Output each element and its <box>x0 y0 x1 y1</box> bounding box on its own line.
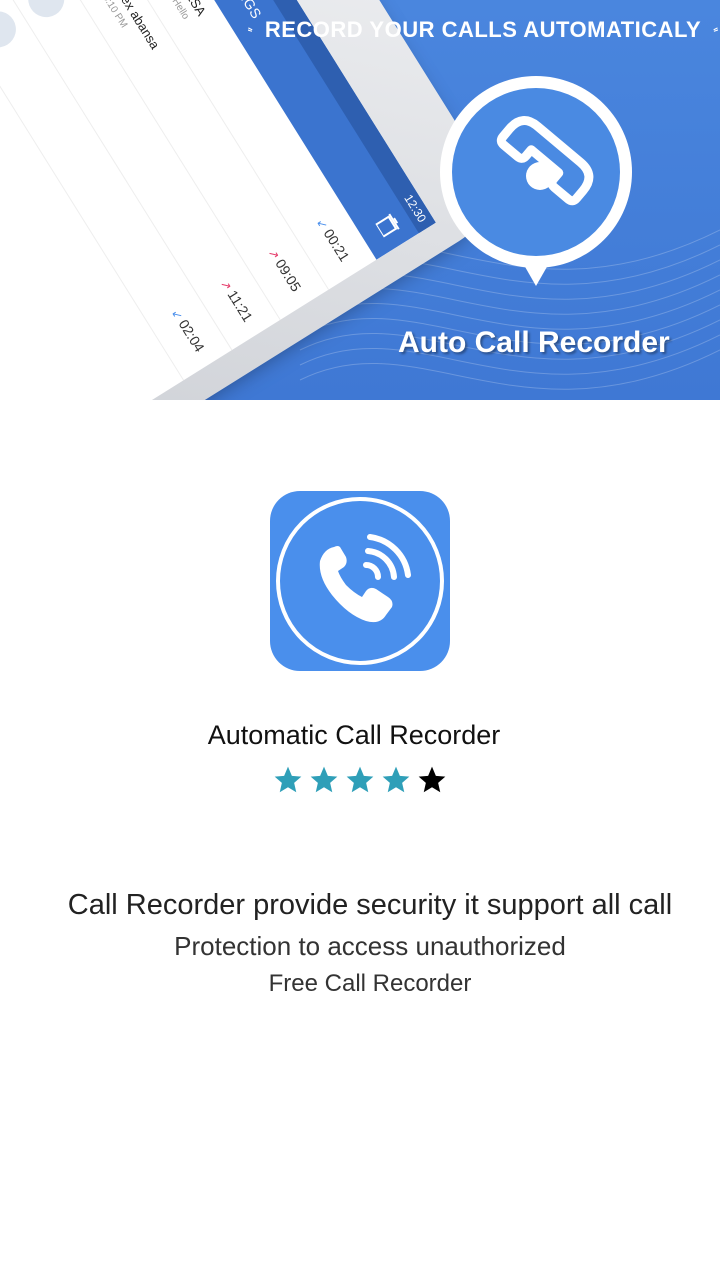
phone-recording-icon <box>276 497 444 665</box>
brand-title: Auto Call Recorder <box>398 326 670 359</box>
contact-avatar <box>21 0 72 24</box>
sparkle-icon <box>248 27 253 32</box>
banner-headline: RECORD YOUR CALLS AUTOMATICALY <box>248 14 718 46</box>
contact-avatar <box>0 4 23 55</box>
duration-text: 09:05 <box>272 256 305 295</box>
promo-banner: 12:30 RECORDINGS The BALSA 6:09 PM Hello… <box>0 0 720 400</box>
description-line-2: Protection to access unauthorized <box>174 931 566 961</box>
star-filled-icon <box>274 766 302 793</box>
star-filled-icon <box>310 766 338 793</box>
call-duration: ↗11:21 <box>218 276 257 324</box>
star-filled-icon <box>382 766 410 793</box>
delete-icon <box>374 213 400 238</box>
sparkle-icon <box>713 27 718 32</box>
app-name: Automatic Call Recorder <box>207 720 501 750</box>
rating-stars <box>270 764 450 798</box>
call-duration: ↗09:05 <box>265 245 304 294</box>
duration-text: 00:21 <box>320 225 353 265</box>
description-line-1: Call Recorder provide security it suppor… <box>67 889 673 921</box>
headline-text: RECORD YOUR CALLS AUTOMATICALY <box>264 17 702 42</box>
call-duration: ↙00:21 <box>314 215 353 264</box>
call-recorder-logo-icon <box>440 76 632 286</box>
duration-text: 11:21 <box>224 287 257 325</box>
call-duration: ↙02:04 <box>169 305 208 355</box>
star-empty-icon <box>418 766 446 793</box>
duration-text: 02:04 <box>175 316 208 355</box>
star-filled-icon <box>346 766 374 793</box>
app-icon[interactable] <box>270 491 450 671</box>
description-line-3: Free Call Recorder <box>268 970 472 997</box>
